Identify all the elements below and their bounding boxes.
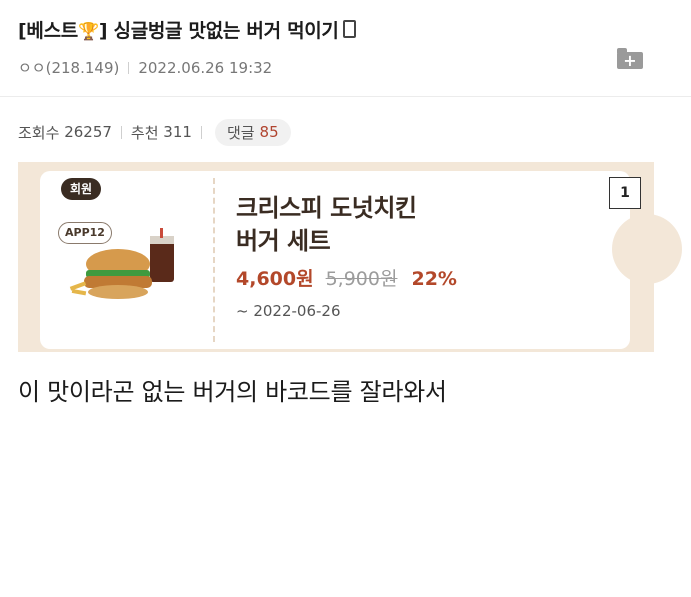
divider [128,62,130,74]
trophy-icon: 🏆 [77,22,99,42]
views-count: 26257 [64,123,112,141]
author-name[interactable]: ㅇㅇ(218.149) [18,59,119,77]
views-label: 조회수 [18,123,60,142]
post-header: [베스트🏆] 싱글벙글 맛없는 버거 먹이기 ㅇㅇ(218.149) 2022.0… [0,0,691,97]
straw [160,228,163,238]
post-stats: 조회수 26257 추천 311 댓글 85 [18,118,291,146]
add-to-folder-button[interactable]: + [617,48,643,69]
coupon-perforation [213,178,215,342]
post-meta: ㅇㅇ(218.149) 2022.06.26 19:32 [18,57,272,78]
original-price: 5,900원 [325,268,398,290]
coupon-price-row: 4,600원 5,900원 22% [236,264,457,291]
post-body-text: 이 맛이라곤 없는 버거의 바코드를 잘라와서 [18,378,447,406]
fries [69,281,87,291]
burger-set-image [69,228,174,299]
member-badge: 회원 [61,178,101,200]
coupon-expiry: ~ 2022-06-26 [236,302,341,320]
discount-rate: 22% [411,268,457,290]
recommend-count: 311 [163,123,192,141]
divider [120,125,122,139]
bun-bottom [88,285,148,299]
coupon-product-title: 크리스피 도넛치킨 버거 세트 [236,192,556,258]
coupon-title-line2: 버거 세트 [236,227,331,255]
post-datetime: 2022.06.26 19:32 [138,59,273,77]
comments-button[interactable]: 댓글 85 [214,118,291,146]
coupon-title-line1: 크리스피 도넛치킨 [236,194,417,222]
plus-icon: + [617,52,643,69]
mobile-icon [342,20,356,38]
comments-label: 댓글 [226,123,255,142]
comments-count: 85 [259,123,279,141]
coupon-quantity: 1 [609,177,641,209]
coupon-notch [612,214,682,284]
sale-price: 4,600원 [236,268,314,290]
divider [200,125,202,139]
post-title: [베스트🏆] 싱글벙글 맛없는 버거 먹이기 [18,16,356,43]
fries [71,288,87,296]
recommend-label: 추천 [130,123,159,142]
